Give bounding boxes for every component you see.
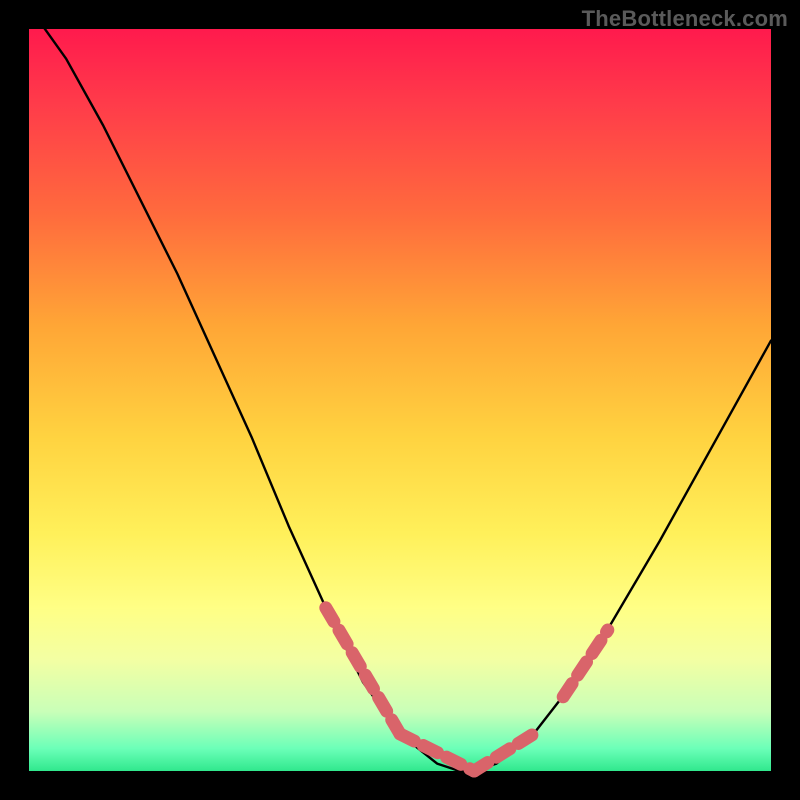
plot-area bbox=[29, 29, 771, 771]
curve-svg bbox=[29, 29, 771, 771]
highlight-seg-0 bbox=[326, 608, 400, 734]
highlight-group bbox=[326, 608, 608, 771]
highlight-seg-3 bbox=[563, 630, 608, 697]
highlight-seg-1 bbox=[400, 734, 474, 771]
bottleneck-curve-path bbox=[29, 7, 771, 771]
chart-frame: TheBottleneck.com bbox=[0, 0, 800, 800]
highlight-seg-2 bbox=[474, 734, 533, 771]
